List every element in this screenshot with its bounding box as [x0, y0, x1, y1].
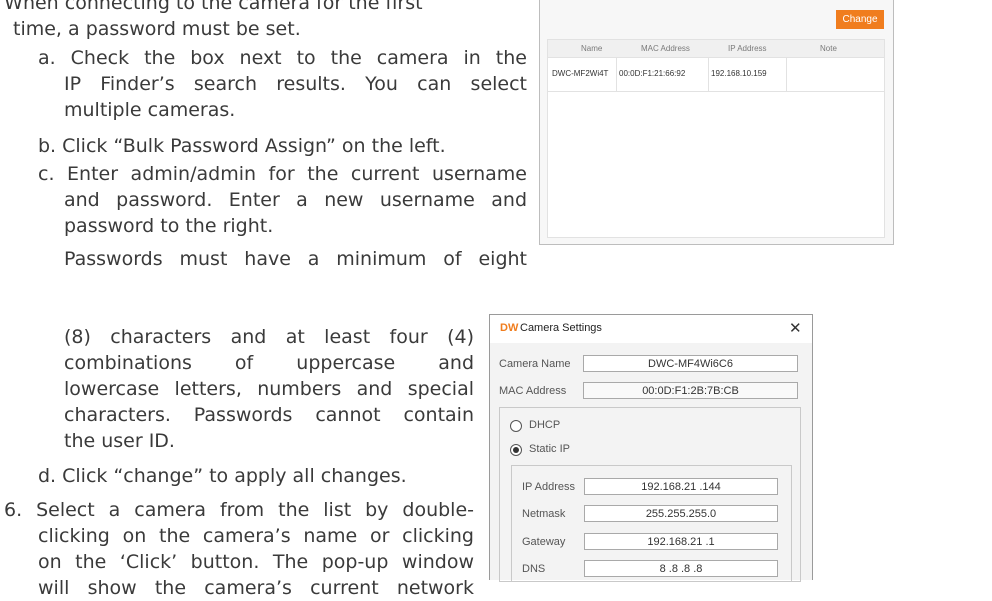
gateway-field[interactable]: 192.168.21 .1	[584, 533, 778, 550]
dhcp-radio[interactable]	[510, 420, 522, 432]
dns-label: DNS	[522, 563, 546, 575]
mac-address-label: MAC Address	[499, 385, 567, 397]
step-c-line-1: c. Enter admin/admin for the current use…	[38, 163, 527, 185]
step-b-line: b. Click “Bulk Password Assign” on the l…	[38, 135, 446, 157]
static-ip-label[interactable]: Static IP	[529, 443, 570, 455]
step-a-line-2: IP Finder’s search results. You can sele…	[64, 73, 527, 95]
gateway-label: Gateway	[522, 536, 566, 548]
column-header-mac-address[interactable]: MAC Address	[641, 44, 690, 53]
change-button[interactable]: Change	[836, 10, 884, 29]
camera-name-label: Camera Name	[499, 358, 571, 370]
camera-table: Name MAC Address IP Address Note DWC-MF2…	[547, 39, 885, 238]
step-5-line-1: 5. When connecting to the camera for the…	[0, 0, 423, 14]
column-header-note[interactable]: Note	[820, 44, 837, 53]
netmask-field[interactable]: 255.255.255.0	[584, 505, 778, 522]
dw-logo: DW	[500, 322, 519, 334]
dns-field[interactable]: 8 .8 .8 .8	[584, 560, 778, 577]
cell-mac-address: 00:0D:F1:21:66:92	[619, 69, 686, 78]
password-rule-line-2: (8) characters and at least four (4)	[64, 326, 474, 348]
camera-list-panel: Change Name MAC Address IP Address Note …	[539, 0, 894, 245]
password-rule-line-4: lowercase letters, numbers and special	[64, 378, 474, 400]
static-ip-radio[interactable]	[510, 444, 522, 456]
camera-name-field[interactable]: DWC-MF4Wi6C6	[583, 355, 798, 372]
column-divider	[616, 58, 617, 91]
table-row[interactable]: DWC-MF2Wi4T 00:0D:F1:21:66:92 192.168.10…	[548, 58, 884, 92]
password-rule-line-3: combinations of uppercase and	[64, 352, 474, 374]
dialog-title: Camera Settings	[520, 322, 602, 334]
step-6-line-1: 6. Select a camera from the list by doub…	[4, 499, 474, 521]
table-header: Name MAC Address IP Address Note	[548, 40, 884, 58]
password-rule-line-1: Passwords must have a minimum of eight	[64, 248, 527, 270]
column-divider	[786, 58, 787, 91]
column-divider	[708, 58, 709, 91]
step-6-line-2: clicking on the camera’s name or clickin…	[38, 525, 474, 547]
step-a-line-3: multiple cameras.	[64, 99, 236, 121]
step-d-line: d. Click “change” to apply all changes.	[38, 465, 407, 487]
step-5-line-2: time, a password must be set.	[13, 18, 301, 40]
password-rule-line-6: the user ID.	[64, 430, 175, 452]
step-c-line-3: password to the right.	[64, 215, 274, 237]
password-rule-line-5: characters. Passwords cannot contain	[64, 404, 474, 426]
step-6-line-3: on the ‘Click’ button. The pop-up window	[38, 551, 474, 573]
column-header-ip-address[interactable]: IP Address	[728, 44, 767, 53]
step-a-line-1: a. Check the box next to the camera in t…	[38, 47, 527, 69]
cell-name: DWC-MF2Wi4T	[552, 69, 609, 78]
dhcp-label[interactable]: DHCP	[529, 419, 560, 431]
column-header-name[interactable]: Name	[581, 44, 602, 53]
dialog-title-bar[interactable]: DW Camera Settings ✕	[490, 315, 812, 343]
ip-address-field[interactable]: 192.168.21 .144	[584, 478, 778, 495]
camera-settings-dialog: DW Camera Settings ✕ Camera Name DWC-MF4…	[489, 314, 813, 582]
cell-ip-address: 192.168.10.159	[711, 69, 767, 78]
step-c-line-2: and password. Enter a new username and	[64, 189, 527, 211]
netmask-label: Netmask	[522, 508, 566, 520]
mac-address-field[interactable]: 00:0D:F1:2B:7B:CB	[583, 382, 798, 399]
ip-address-label: IP Address	[522, 481, 575, 493]
close-icon[interactable]: ✕	[789, 319, 802, 337]
